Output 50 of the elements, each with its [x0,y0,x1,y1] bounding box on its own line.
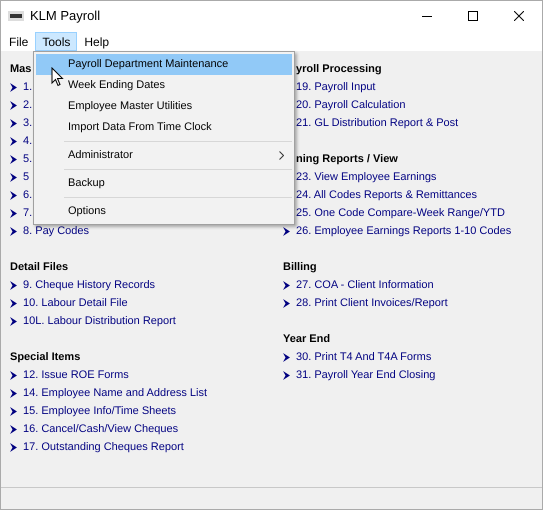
section-heading: Mas [10,62,32,77]
section-heading: Billing [283,260,317,275]
menu-link[interactable]: 28. Print Client Invoices/Report [296,294,448,312]
menu-link[interactable]: 27. COA - Client Information [296,276,434,294]
menu-item[interactable]: Help [77,32,116,50]
close-icon [514,11,524,21]
dropdown-item[interactable]: Import Data From Time Clock [36,117,292,138]
menu-link[interactable]: 30. Print T4 And T4A Forms [296,348,432,366]
menu-link[interactable]: 1. [23,78,32,96]
section-heading: yroll Processing [296,62,382,77]
dropdown-item[interactable]: Employee Master Utilities [36,96,292,117]
menu-link[interactable]: 6. [23,186,32,204]
menu-link[interactable]: 15. Employee Info/Time Sheets [23,402,176,420]
menu-link[interactable]: 9. Cheque History Records [23,276,156,294]
menu-link[interactable]: 23. View Employee Earnings [296,168,436,186]
section-heading: Year End [283,332,330,347]
menu-link[interactable]: 19. Payroll Input [296,78,376,96]
menu-item[interactable]: File [2,32,36,50]
menu-link[interactable]: 7. [23,204,32,222]
maximize-icon [468,11,478,21]
dropdown-item[interactable]: Administrator [36,145,292,166]
menu-link[interactable]: 5. [23,150,32,168]
section-heading: Special Items [10,350,80,365]
dropdown-item[interactable]: Payroll Department Maintenance [36,54,292,75]
section-heading: Detail Files [10,260,68,275]
menu-link[interactable]: 16. Cancel/Cash/View Cheques [23,420,178,438]
menu-link[interactable]: 20. Payroll Calculation [296,96,406,114]
menu-link[interactable]: 24. All Codes Reports & Remittances [296,186,477,204]
mouse-cursor-icon [51,67,64,87]
menu-link[interactable]: 31. Payroll Year End Closing [296,366,436,384]
window-title: KLM Payroll [30,7,100,26]
menu-link[interactable]: 17. Outstanding Cheques Report [23,438,184,456]
menu-link[interactable]: 3. [23,114,32,132]
menu-link[interactable]: 8. Pay Codes [23,222,90,240]
menu-link[interactable]: 2. [23,96,32,114]
menu-link[interactable]: 10L. Labour Distribution Report [23,312,176,330]
menu-item[interactable]: Tools [35,32,78,50]
section-heading: ning Reports / View [296,152,398,167]
menu-link[interactable]: 5 [23,168,30,186]
menu-link[interactable]: 26. Employee Earnings Reports 1-10 Codes [296,222,512,240]
menu-link[interactable]: 21. GL Distribution Report & Post [296,114,458,132]
menu-link[interactable]: 14. Employee Name and Address List [23,384,208,402]
menu-link[interactable]: 4. [23,132,32,150]
app-logo-icon [8,11,24,21]
menu-link[interactable]: 10. Labour Detail File [23,294,128,312]
menu-link[interactable]: 25. One Code Compare-Week Range/YTD [296,204,505,222]
dropdown-item[interactable]: Week Ending Dates [36,75,292,96]
dropdown-item[interactable]: Options [36,201,292,222]
dropdown-item[interactable]: Backup [36,173,292,194]
menu-link[interactable]: 12. Issue ROE Forms [23,366,129,384]
